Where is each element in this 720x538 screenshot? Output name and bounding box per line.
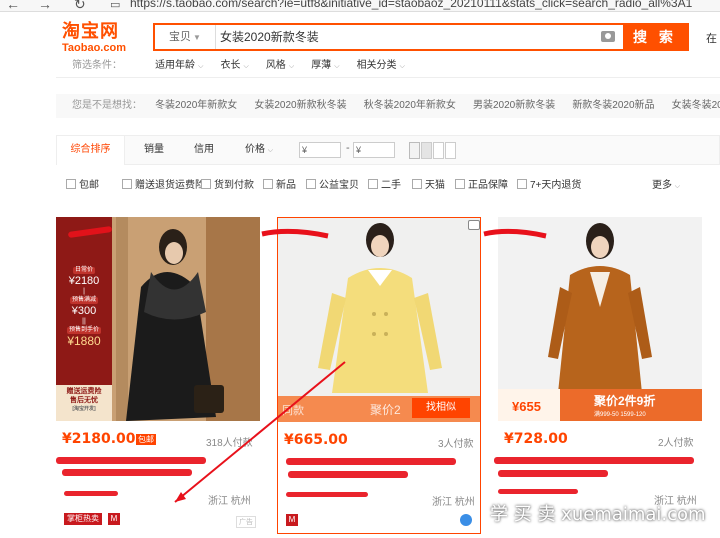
redaction-mark <box>483 228 547 239</box>
annotation-arrow-line <box>174 361 346 503</box>
annotation-overlay <box>174 228 547 503</box>
redaction-mark <box>261 228 329 239</box>
watermark: 学 买 卖 xuemaimai.com <box>490 504 706 525</box>
